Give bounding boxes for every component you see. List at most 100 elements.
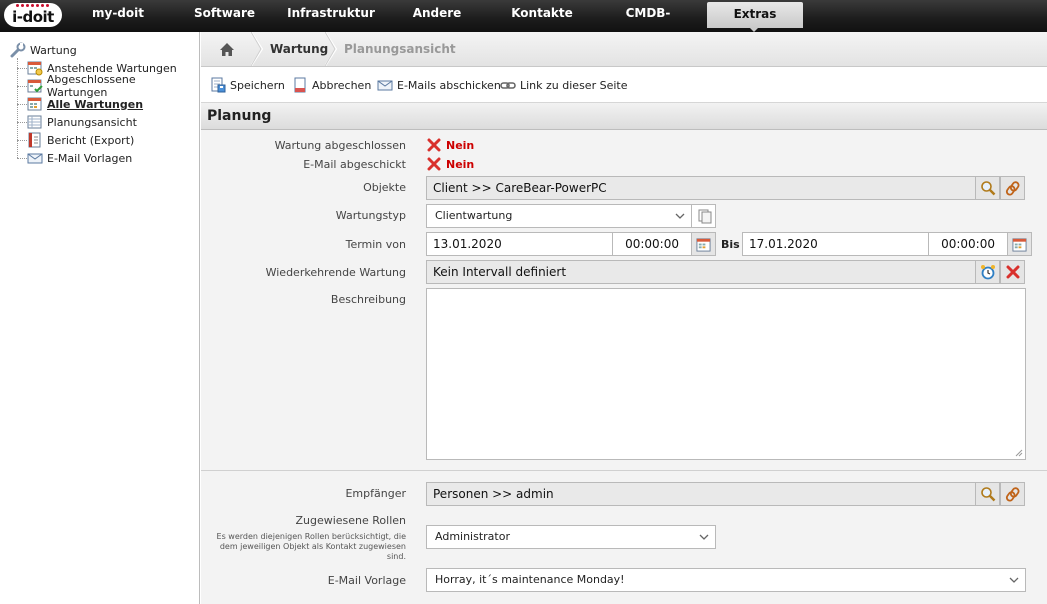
link-label: Link zu dieser Seite	[520, 78, 628, 92]
objects-detach-button[interactable]	[1000, 176, 1025, 200]
cross-icon	[427, 138, 441, 152]
chevron-down-icon	[1009, 577, 1019, 583]
type-select[interactable]: Clientwartung	[426, 204, 692, 228]
cross-icon	[427, 157, 441, 171]
nav-extras[interactable]: Extras	[707, 2, 803, 32]
chain-detach-icon	[1005, 487, 1019, 502]
chevron-down-icon	[699, 534, 709, 540]
breadcrumb-separator	[251, 32, 263, 66]
template-value: Horray, it´s maintenance Monday!	[435, 573, 625, 586]
date-to-input[interactable]: 17.01.2020	[742, 232, 929, 256]
calendar-icon	[27, 97, 42, 111]
envelope-icon	[377, 80, 393, 91]
nav-software[interactable]: Software	[182, 0, 267, 28]
cancel-label: Abbrechen	[312, 78, 372, 92]
objects-field[interactable]: Client >> CareBear-PowerPC	[426, 176, 976, 200]
objects-search-button[interactable]	[975, 176, 1000, 200]
link-to-page-button[interactable]: Link zu dieser Seite	[500, 76, 627, 94]
recurring-edit-button[interactable]	[975, 260, 1000, 284]
roles-select[interactable]: Administrator	[426, 525, 716, 549]
send-emails-button[interactable]: E-Mails abschicken	[377, 76, 501, 94]
nav-kontakte[interactable]: Kontakte	[502, 0, 582, 28]
save-label: Speichern	[230, 78, 285, 92]
tree-item-label: Planungsansicht	[47, 115, 137, 129]
description-label: Beschreibung	[330, 293, 406, 306]
recipients-detach-button[interactable]	[1000, 482, 1025, 506]
calendar-icon	[696, 237, 711, 252]
recurring-field[interactable]: Kein Intervall definiert	[426, 260, 976, 284]
recipients-search-button[interactable]	[975, 482, 1000, 506]
tree-root-wartung[interactable]: Wartung	[10, 42, 77, 58]
breadcrumb-wartung[interactable]: Wartung	[270, 32, 328, 66]
chain-detach-icon	[1005, 181, 1019, 196]
magnifier-icon	[980, 181, 995, 196]
recipients-field[interactable]: Personen >> admin	[426, 482, 976, 506]
date-label: Termin von	[345, 238, 406, 251]
home-button[interactable]	[201, 32, 253, 66]
tree-item-abgeschlossene[interactable]: Abgeschlossene Wartungen	[17, 73, 199, 99]
roles-value: Administrator	[435, 530, 510, 543]
report-icon	[28, 132, 41, 148]
copy-pages-icon	[698, 209, 711, 224]
section-title: Planung	[201, 103, 1047, 130]
form-divider	[201, 470, 1047, 471]
date-to-calendar-button[interactable]	[1007, 232, 1032, 256]
breadcrumb-planungsansicht: Planungsansicht	[344, 42, 456, 56]
roles-label: Zugewiesene Rollen	[295, 514, 406, 527]
nav-andere[interactable]: Andere	[398, 0, 476, 28]
type-value: Clientwartung	[435, 209, 513, 222]
calendar-clock-icon	[27, 61, 43, 76]
logo-text: i-doit	[12, 8, 54, 26]
date-from-input[interactable]: 13.01.2020	[426, 232, 613, 256]
time-from-input[interactable]: 00:00:00	[612, 232, 692, 256]
resize-grip-icon[interactable]	[1015, 449, 1023, 457]
calendar-check-icon	[27, 79, 43, 93]
tree-item-alle[interactable]: Alle Wartungen	[17, 95, 143, 113]
tree-item-label: E-Mail Vorlagen	[47, 151, 133, 165]
tree-item-email-vorlagen[interactable]: E-Mail Vorlagen	[17, 149, 132, 167]
tree-item-planungsansicht[interactable]: Planungsansicht	[17, 113, 137, 131]
date-from-calendar-button[interactable]	[691, 232, 716, 256]
alarm-clock-icon	[980, 265, 995, 280]
mail-sent-value: Nein	[446, 157, 475, 171]
nav-my-doit[interactable]: my-doit	[80, 0, 156, 28]
template-label: E-Mail Vorlage	[327, 574, 406, 587]
sidebar-tree: Wartung Anstehende Wartungen Abgeschloss…	[0, 32, 200, 604]
save-button[interactable]: Speichern	[210, 76, 285, 94]
completed-status: Nein	[427, 138, 474, 152]
mail-sent-status: Nein	[427, 157, 474, 171]
tree-root-label: Wartung	[30, 43, 77, 57]
description-textarea[interactable]	[426, 288, 1026, 460]
save-icon	[211, 77, 226, 93]
calendar-icon	[1012, 237, 1027, 252]
time-to-input[interactable]: 00:00:00	[928, 232, 1008, 256]
type-dialog-button[interactable]	[691, 204, 716, 228]
magnifier-icon	[980, 487, 995, 502]
top-navigation: i-doit my-doit Software Infrastruktur An…	[0, 0, 1047, 46]
nav-infrastruktur[interactable]: Infrastruktur	[282, 0, 380, 28]
chevron-down-icon	[675, 213, 685, 219]
tree-item-label: Alle Wartungen	[47, 97, 144, 111]
tree-item-label: Bericht (Export)	[47, 133, 135, 147]
cross-icon	[1006, 265, 1019, 279]
recipients-label: Empfänger	[345, 487, 406, 500]
nav-cmdb-explorer[interactable]: CMDB-Explorer	[598, 0, 698, 46]
breadcrumb: Wartung Planungsansicht	[201, 32, 1047, 67]
template-select[interactable]: Horray, it´s maintenance Monday!	[426, 568, 1026, 592]
recurring-clear-button[interactable]	[1000, 260, 1025, 284]
i-doit-logo[interactable]: i-doit	[4, 3, 62, 27]
table-icon	[27, 115, 42, 129]
breadcrumb-separator	[325, 32, 337, 66]
send-emails-label: E-Mails abschicken	[397, 78, 501, 92]
wrench-icon	[10, 42, 26, 58]
envelope-icon	[27, 153, 43, 164]
cancel-document-icon	[294, 77, 306, 93]
home-icon	[220, 42, 234, 56]
date-to-label: Bis	[721, 238, 740, 251]
completed-label: Wartung abgeschlossen	[274, 139, 406, 152]
cancel-button[interactable]: Abbrechen	[292, 76, 371, 94]
type-label: Wartungstyp	[335, 209, 406, 222]
completed-value: Nein	[446, 138, 475, 152]
tree-item-bericht[interactable]: Bericht (Export)	[17, 131, 134, 149]
recurring-label: Wiederkehrende Wartung	[265, 266, 406, 279]
